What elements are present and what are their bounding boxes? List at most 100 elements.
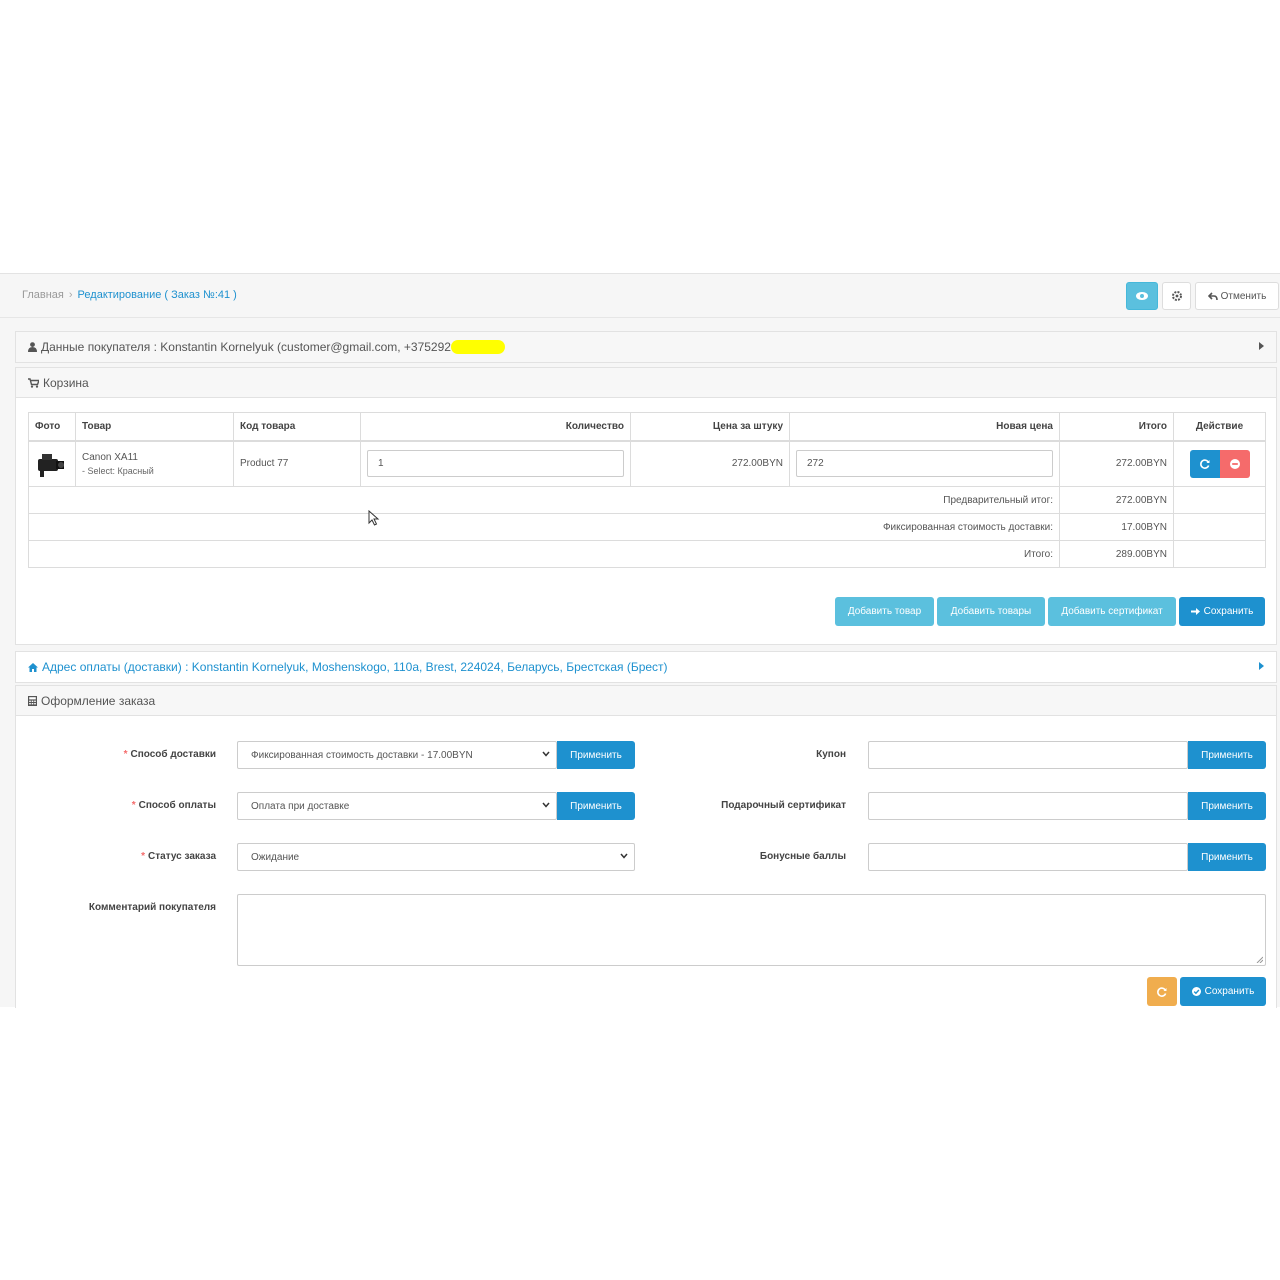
quantity-input[interactable]: 1: [367, 450, 624, 478]
col-code: Код товара: [233, 412, 361, 442]
table-row: Canon XA11 - Select: Красный Product 77 …: [28, 440, 1266, 487]
page-header: Главная › Редактирование ( Заказ №:41 ) От…: [0, 274, 1280, 318]
grand-total-row: Итого: 289.00BYN: [28, 540, 1266, 568]
col-unit-price: Цена за штуку: [630, 412, 790, 442]
refresh-row-button[interactable]: [1189, 449, 1220, 478]
home-icon: [28, 662, 38, 672]
required-mark: *: [123, 749, 128, 760]
row-total: 272.00BYN: [1059, 440, 1174, 487]
col-total: Итого: [1059, 412, 1174, 442]
empty-cell: [1173, 540, 1266, 568]
view-order-button[interactable]: [1126, 282, 1158, 310]
col-new-price: Новая цена: [789, 412, 1060, 442]
order-save-label: Сохранить: [1204, 986, 1255, 997]
shipping-method-value: Фиксированная стоимость доставки - 17.00…: [251, 749, 473, 761]
chevron-down-icon: [542, 802, 550, 808]
order-status-select[interactable]: Ожидание: [237, 843, 635, 871]
col-qty: Количество: [360, 412, 631, 442]
breadcrumb-current[interactable]: Редактирование ( Заказ №:41 ): [78, 289, 237, 301]
coupon-apply-button[interactable]: Применить: [1188, 741, 1266, 769]
shipping-row: Фиксированная стоимость доставки: 17.00B…: [28, 513, 1266, 541]
qty-cell: 1: [360, 440, 631, 487]
expand-caret-icon[interactable]: [1259, 342, 1264, 350]
bonus-points-label: Бонусные баллы: [759, 851, 846, 862]
expand-caret-icon[interactable]: [1259, 662, 1264, 670]
order-status-label: * Статус заказа: [76, 851, 216, 862]
user-icon: [28, 342, 37, 352]
product-photo-cell: [28, 440, 76, 487]
order-save-button[interactable]: Сохранить: [1180, 977, 1266, 1006]
breadcrumb-home[interactable]: Главная: [22, 289, 64, 301]
order-status-value: Ожидание: [251, 851, 300, 863]
shipping-value: 17.00BYN: [1059, 513, 1174, 541]
customer-panel-header[interactable]: Данные покупателя : Konstantin Kornelyuk…: [16, 332, 1276, 362]
required-mark: *: [131, 800, 136, 811]
order-panel-header: Оформление заказа: [16, 686, 1276, 716]
payment-method-label: * Способ оплаты: [76, 800, 216, 811]
subtotal-row: Предварительный итог: 272.00BYN: [28, 486, 1266, 514]
undo-icon: [1207, 291, 1218, 301]
address-panel: Адрес оплаты (доставки) : Konstantin Kor…: [15, 651, 1277, 683]
cart-save-label: Сохранить: [1203, 606, 1254, 617]
gear-icon: [1171, 291, 1182, 301]
eye-icon: [1136, 292, 1148, 300]
gift-certificate-label: Подарочный сертификат: [721, 800, 846, 811]
breadcrumb: Главная › Редактирование ( Заказ №:41 ): [22, 289, 237, 301]
bonus-points-input[interactable]: [868, 843, 1188, 871]
address-panel-title: Адрес оплаты (доставки) : Konstantin Kor…: [42, 660, 668, 674]
refresh-icon: [1157, 986, 1167, 997]
phone-highlight: [450, 340, 505, 354]
action-cell: [1173, 440, 1266, 487]
cancel-label: Отменить: [1220, 290, 1267, 302]
shipping-method-select[interactable]: Фиксированная стоимость доставки - 17.00…: [237, 741, 557, 769]
empty-cell: [1173, 486, 1266, 514]
col-action: Действие: [1173, 412, 1266, 442]
cart-table: Фото Товар Код товара Количество Цена за…: [28, 412, 1266, 568]
add-product-button[interactable]: Добавить товар: [835, 597, 934, 626]
add-products-button[interactable]: Добавить товары: [937, 597, 1045, 626]
settings-button[interactable]: [1162, 282, 1191, 310]
cart-panel: Корзина Фото Товар Код товара Количество…: [15, 367, 1277, 645]
remove-row-button[interactable]: [1219, 449, 1250, 478]
add-certificate-button[interactable]: Добавить сертификат: [1048, 597, 1176, 626]
coupon-input[interactable]: [868, 741, 1188, 769]
payment-apply-button[interactable]: Применить: [557, 792, 635, 820]
cancel-button[interactable]: Отменить: [1195, 282, 1279, 310]
address-panel-header[interactable]: Адрес оплаты (доставки) : Konstantin Kor…: [16, 652, 1276, 682]
product-name[interactable]: Canon XA11: [82, 452, 227, 463]
shipping-apply-button[interactable]: Применить: [557, 741, 635, 769]
order-edit-screen: Главная › Редактирование ( Заказ №:41 ) От…: [0, 273, 1280, 1008]
reset-button[interactable]: [1147, 977, 1177, 1006]
product-cell: Canon XA11 - Select: Красный: [75, 440, 234, 487]
order-panel: Оформление заказа * Способ доставки Фикси…: [15, 685, 1277, 1008]
new-price-input[interactable]: 272: [796, 450, 1053, 478]
empty-cell: [1173, 513, 1266, 541]
calculator-icon: [28, 695, 37, 706]
cart-save-button[interactable]: Сохранить: [1179, 597, 1265, 626]
customer-comment-textarea[interactable]: [237, 894, 1266, 966]
new-price-cell: 272: [789, 440, 1060, 487]
payment-method-select[interactable]: Оплата при доставке: [237, 792, 557, 820]
resize-handle-icon[interactable]: [1256, 956, 1263, 963]
table-header-row: Фото Товар Код товара Количество Цена за…: [28, 412, 1266, 442]
cart-panel-title: Корзина: [43, 375, 89, 390]
payment-method-value: Оплата при доставке: [251, 800, 350, 812]
shipping-method-label-text: Способ доставки: [130, 749, 216, 760]
coupon-label: Купон: [816, 749, 846, 760]
chevron-down-icon: [542, 751, 550, 757]
chevron-down-icon: [620, 853, 628, 859]
gift-certificate-input[interactable]: [868, 792, 1188, 820]
arrow-right-icon: [1190, 607, 1200, 616]
gift-certificate-apply-button[interactable]: Применить: [1188, 792, 1266, 820]
breadcrumb-separator: ›: [68, 289, 73, 301]
refresh-icon: [1199, 459, 1209, 469]
payment-method-label-text: Способ оплаты: [138, 800, 216, 811]
product-option: - Select: Красный: [82, 465, 154, 476]
camera-image[interactable]: [35, 449, 65, 479]
bonus-points-apply-button[interactable]: Применить: [1188, 843, 1266, 871]
cart-panel-header: Корзина: [16, 368, 1276, 398]
cart-icon: [28, 377, 39, 388]
customer-panel: Данные покупателя : Konstantin Kornelyuk…: [15, 331, 1277, 363]
mouse-cursor-icon: [368, 510, 380, 526]
customer-panel-title: Данные покупателя : Konstantin Kornelyuk…: [41, 340, 451, 354]
